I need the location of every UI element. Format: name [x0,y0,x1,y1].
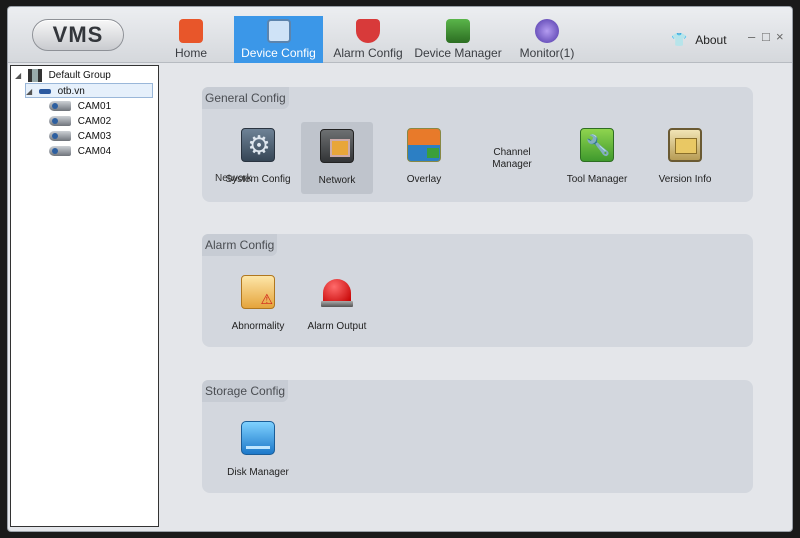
tree-device[interactable]: ◢ otb.vn [25,83,153,98]
tree-camera[interactable]: CAM03 [49,129,111,144]
device-config-icon [266,19,291,43]
alarm-config-panel: Alarm Config Abnormality Alarm Output [202,234,753,347]
channel-manager-button[interactable]: Channel Manager [482,147,542,171]
overlay-icon [407,128,441,162]
panel-title: Storage Config [202,380,289,402]
expand-triangle-icon[interactable]: ◢ [26,84,36,99]
gear-icon [241,128,276,162]
camera-icon [49,146,71,157]
camera-icon [49,101,71,112]
camera-icon [49,131,71,142]
maximize-button[interactable]: □ [762,29,770,44]
device-tree: ◢ Default Group ◢ otb.vn CAM01 CAM02 CAM… [10,65,159,527]
disk-manager-button[interactable]: Disk Manager [222,414,294,486]
tree-camera[interactable]: CAM01 [49,99,111,114]
tab-device-config[interactable]: Device Config [234,16,323,63]
about-button[interactable]: 👕 About [671,32,727,48]
version-info-button[interactable]: Version Info [649,121,721,193]
home-icon [179,19,203,43]
storage-config-panel: Storage Config Disk Manager [202,380,753,493]
title-bar: VMS Home Device Config Alarm Config Devi… [8,7,792,63]
tree-camera[interactable]: CAM02 [49,114,111,129]
wrench-icon [580,128,615,162]
alarm-light-icon [320,275,354,309]
device-icon [38,88,51,94]
minimize-button[interactable]: – [748,29,755,44]
camera-icon [49,116,71,127]
abnormality-document-icon [241,275,275,309]
close-button[interactable]: × [776,29,784,44]
network-port-icon [320,129,354,163]
tree-camera[interactable]: CAM04 [49,144,111,159]
network-button[interactable]: Network [301,122,373,194]
main-window: VMS Home Device Config Alarm Config Devi… [7,6,793,532]
tree-group[interactable]: ◢ Default Group [15,68,111,83]
expand-triangle-icon[interactable]: ◢ [15,68,25,83]
panel-title: Alarm Config [202,234,278,256]
shirt-icon: 👕 [671,32,688,47]
tool-manager-button[interactable]: Tool Manager [561,121,633,193]
device-manager-icon [446,19,470,43]
alarm-output-button[interactable]: Alarm Output [301,268,373,340]
general-config-panel: General Config System Config Network Net… [202,87,753,202]
panel-title: General Config [202,87,289,109]
app-logo: VMS [32,19,124,51]
version-info-icon [668,128,702,162]
disk-icon [241,421,275,455]
group-icon [27,68,42,82]
overlay-button[interactable]: Overlay [388,121,460,193]
overlap-text: Network [215,173,252,184]
alarm-config-icon [356,19,380,43]
tab-device-manager[interactable]: Device Manager [410,16,506,63]
tab-home[interactable]: Home [163,16,219,63]
tab-monitor[interactable]: Monitor(1) [511,16,583,63]
abnormality-button[interactable]: Abnormality [222,268,294,340]
tab-alarm-config[interactable]: Alarm Config [330,16,406,63]
monitor-icon [535,19,559,43]
